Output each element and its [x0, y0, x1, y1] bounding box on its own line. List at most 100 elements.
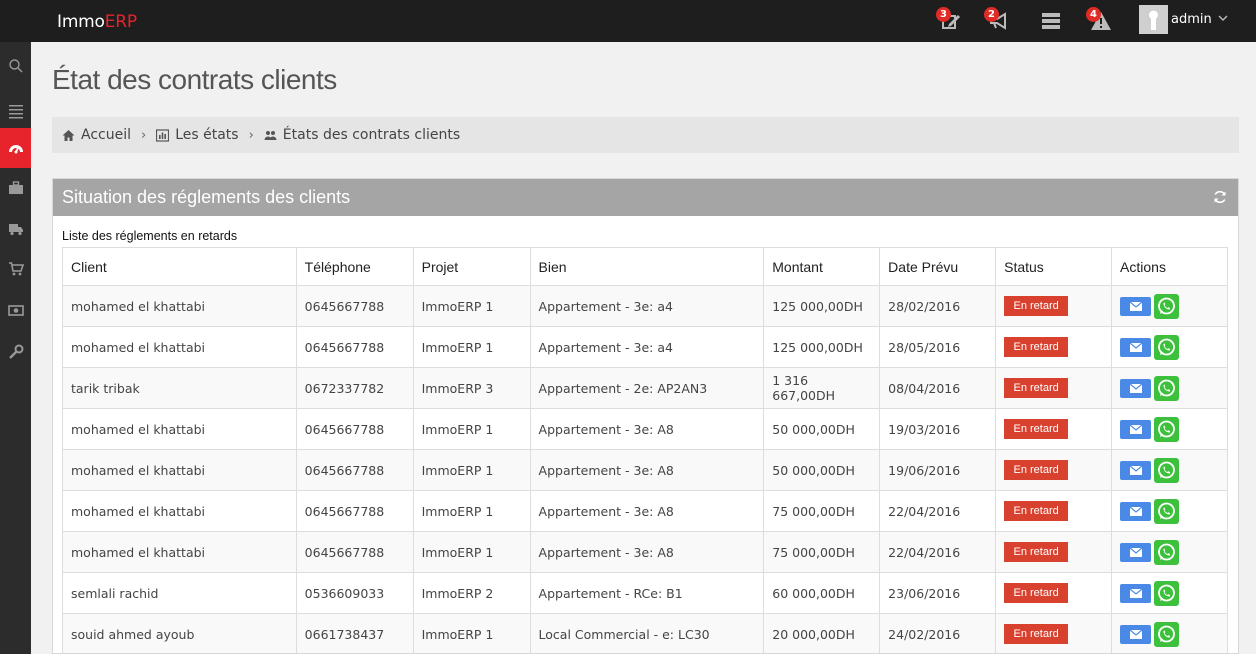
- amount-cell: 50 000,00DH: [763, 449, 881, 491]
- brand-logo[interactable]: ImmoERP: [57, 12, 137, 32]
- send-whatsapp-button[interactable]: [1154, 498, 1180, 524]
- row-actions: [1120, 498, 1219, 524]
- row-actions: [1120, 416, 1219, 442]
- column-header-phone[interactable]: Téléphone: [295, 247, 414, 286]
- sidebar-item-payments[interactable]: [0, 290, 31, 330]
- breadcrumb-reports[interactable]: Les états: [156, 127, 239, 143]
- send-email-button[interactable]: [1120, 583, 1152, 603]
- actions-cell: [1111, 613, 1228, 653]
- send-whatsapp-button[interactable]: [1154, 457, 1180, 483]
- client-cell: semlali rachid: [62, 572, 297, 614]
- page-title: État des contrats clients: [52, 64, 337, 95]
- send-email-button[interactable]: [1120, 296, 1152, 316]
- sidebar-item-search[interactable]: [0, 46, 31, 86]
- row-actions: [1120, 334, 1219, 360]
- row-actions: [1120, 580, 1219, 606]
- status-cell: En retard: [995, 490, 1113, 532]
- chevron-down-icon[interactable]: [1217, 12, 1229, 24]
- client-cell: mohamed el khattabi: [62, 490, 297, 532]
- status-badge: En retard: [1004, 501, 1069, 521]
- table-row: mohamed el khattabi 0645667788 ImmoERP 1 Ap…: [62, 449, 1228, 491]
- refresh-icon[interactable]: [1213, 190, 1227, 204]
- envelope-icon: [1129, 547, 1142, 557]
- client-cell: souid ahmed ayoub: [62, 613, 297, 653]
- sidebar-item-dashboard[interactable]: [0, 128, 31, 168]
- cart-icon: [8, 262, 24, 276]
- breadcrumb-separator: ›: [248, 127, 254, 143]
- column-header-amount[interactable]: Montant: [763, 247, 881, 286]
- status-cell: En retard: [995, 613, 1113, 653]
- send-email-button[interactable]: [1120, 460, 1152, 480]
- sidebar-item-cart[interactable]: [0, 249, 31, 289]
- column-header-due-date[interactable]: Date Prévu: [879, 247, 997, 286]
- send-whatsapp-button[interactable]: [1154, 293, 1180, 319]
- send-whatsapp-button[interactable]: [1154, 539, 1180, 565]
- project-cell: ImmoERP 1: [412, 408, 531, 450]
- send-email-button[interactable]: [1120, 624, 1152, 644]
- whatsapp-icon: [1158, 502, 1175, 519]
- table-row: tarik tribak 0672337782 ImmoERP 3 Apparteme…: [62, 367, 1228, 409]
- whatsapp-icon: [1158, 461, 1175, 478]
- server-button[interactable]: [1040, 10, 1062, 32]
- phone-cell: 0661738437: [295, 613, 414, 653]
- user-menu-label[interactable]: admin: [1171, 12, 1212, 27]
- column-header-project[interactable]: Projet: [412, 247, 531, 286]
- sidebar-item-menu[interactable]: [0, 91, 31, 131]
- property-cell: Appartement - 3e: A8: [529, 531, 765, 573]
- project-cell: ImmoERP 2: [412, 572, 531, 614]
- send-email-button[interactable]: [1120, 378, 1152, 398]
- whatsapp-icon: [1158, 625, 1175, 642]
- tasks-count-badge: 3: [936, 7, 951, 22]
- avatar[interactable]: [1139, 5, 1168, 34]
- table-row: mohamed el khattabi 0645667788 ImmoERP 1 Ap…: [62, 531, 1228, 573]
- row-actions: [1120, 375, 1219, 401]
- send-email-button[interactable]: [1120, 337, 1152, 357]
- list-caption: Liste des réglements en retards: [62, 229, 238, 243]
- send-email-button[interactable]: [1120, 501, 1152, 521]
- send-email-button[interactable]: [1120, 542, 1152, 562]
- breadcrumb-separator: ›: [141, 127, 147, 143]
- send-email-button[interactable]: [1120, 419, 1152, 439]
- due-date-cell: 28/02/2016: [879, 285, 997, 327]
- due-date-cell: 23/06/2016: [879, 572, 997, 614]
- column-header-property[interactable]: Bien: [529, 247, 765, 286]
- client-cell: mohamed el khattabi: [62, 449, 297, 491]
- envelope-icon: [1129, 383, 1142, 393]
- status-badge: En retard: [1004, 460, 1069, 480]
- send-whatsapp-button[interactable]: [1154, 334, 1180, 360]
- column-header-client[interactable]: Client: [62, 247, 297, 286]
- wrench-icon: [8, 344, 23, 359]
- table-row: mohamed el khattabi 0645667788 ImmoERP 1 Ap…: [62, 326, 1228, 368]
- home-icon: [62, 129, 75, 141]
- send-whatsapp-button[interactable]: [1154, 375, 1180, 401]
- client-cell: tarik tribak: [62, 367, 297, 409]
- phone-cell: 0645667788: [295, 531, 414, 573]
- property-cell: Appartement - 3e: A8: [529, 449, 765, 491]
- sidebar-item-settings[interactable]: [0, 332, 31, 372]
- send-whatsapp-button[interactable]: [1154, 416, 1180, 442]
- briefcase-icon: [8, 181, 23, 194]
- actions-cell: [1111, 367, 1228, 409]
- status-badge: En retard: [1004, 419, 1069, 439]
- breadcrumb-home[interactable]: Accueil: [62, 127, 131, 143]
- status-badge: En retard: [1004, 624, 1069, 644]
- announcements-notification-button[interactable]: 2: [984, 7, 1010, 32]
- brand-accent: ERP: [104, 12, 137, 32]
- due-date-cell: 24/02/2016: [879, 613, 997, 653]
- truck-icon: [8, 224, 23, 236]
- project-cell: ImmoERP 3: [412, 367, 531, 409]
- breadcrumb: Accueil › Les états › États des contrats…: [52, 117, 1239, 153]
- sidebar-item-delivery[interactable]: [0, 209, 31, 249]
- envelope-icon: [1129, 342, 1142, 352]
- send-whatsapp-button[interactable]: [1154, 621, 1180, 647]
- alerts-notification-button[interactable]: 4: [1086, 7, 1112, 32]
- send-whatsapp-button[interactable]: [1154, 580, 1180, 606]
- sidebar-item-briefcase[interactable]: [0, 168, 31, 208]
- status-cell: En retard: [995, 367, 1113, 409]
- client-cell: mohamed el khattabi: [62, 531, 297, 573]
- brand-prefix: Immo: [57, 12, 105, 32]
- column-header-status[interactable]: Status: [995, 247, 1113, 286]
- announcements-count-badge: 2: [984, 7, 999, 22]
- status-cell: En retard: [995, 531, 1113, 573]
- tasks-notification-button[interactable]: 3: [936, 7, 962, 32]
